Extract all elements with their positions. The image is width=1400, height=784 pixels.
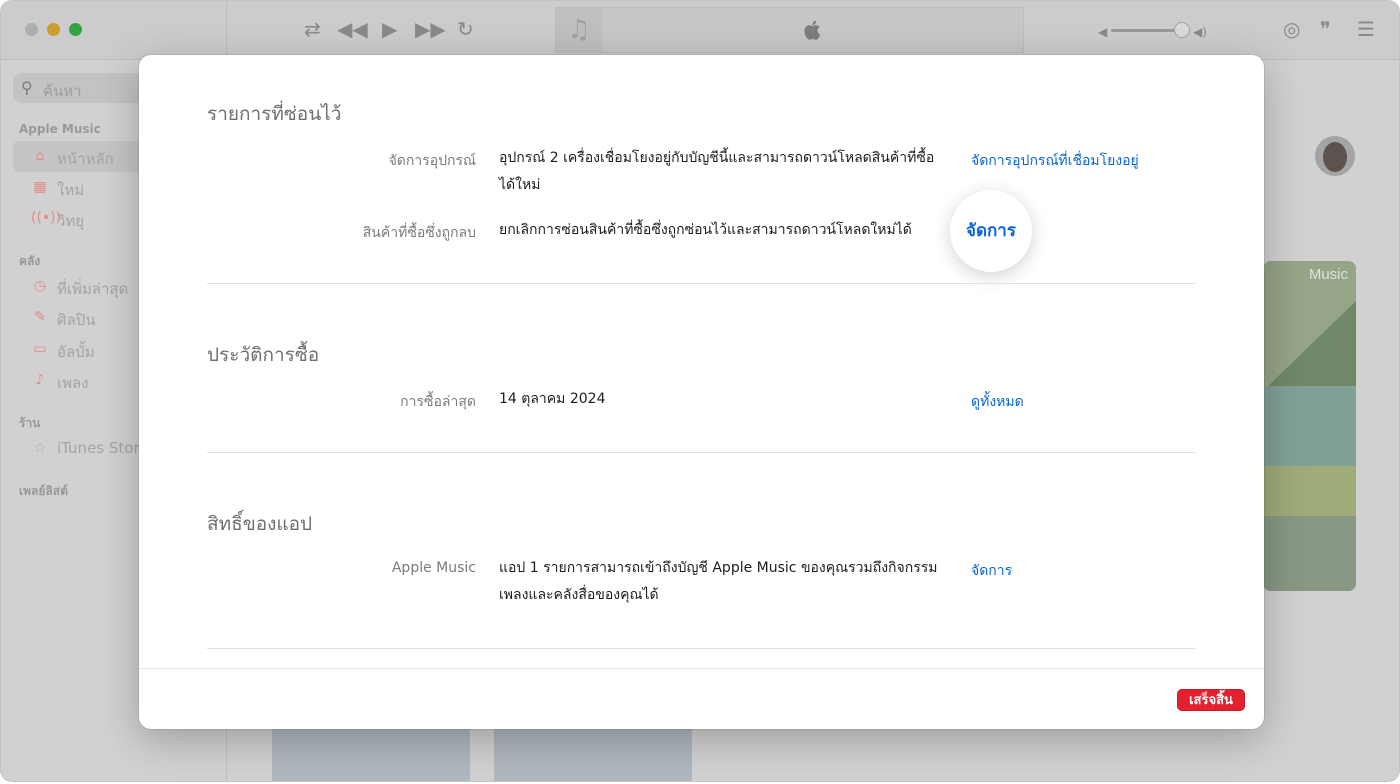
section-title-app-permissions: สิทธิ์ของแอป xyxy=(207,513,313,535)
manage-app-permissions-link[interactable]: จัดการ xyxy=(971,560,1012,582)
account-settings-sheet: รายการที่ซ่อนไว้ จัดการอุปกรณ์ อุปกรณ์ 2… xyxy=(139,55,1264,729)
manage-linked-devices-link[interactable]: จัดการอุปกรณ์ที่เชื่อมโยงอยู่ xyxy=(971,150,1139,172)
manage-devices-description: อุปกรณ์ 2 เครื่องเชื่อมโยงอยู่กับบัญชีนี… xyxy=(499,150,935,193)
hidden-purchases-label: สินค้าที่ซื้อซึ่งถูกลบ xyxy=(362,225,476,241)
footer-divider xyxy=(139,668,1264,669)
done-button[interactable]: เสร็จสิ้น xyxy=(1177,689,1245,711)
see-all-purchases-link[interactable]: ดูทั้งหมด xyxy=(971,391,1024,413)
recent-purchase-label: การซื้อล่าสุด xyxy=(400,394,476,410)
hidden-purchases-description: ยกเลิกการซ่อนสินค้าที่ซื้อซึ่งถูกซ่อนไว้… xyxy=(499,222,912,238)
section-title-hidden-items: รายการที่ซ่อนไว้ xyxy=(207,103,342,125)
music-app-window: ⇄ ◀◀ ▶ ▶▶ ↻ ♫ ◀ ◀) ◎ ❞ ☰ ⚲ ค้นหา Apple M… xyxy=(0,0,1400,782)
section-divider xyxy=(207,452,1196,453)
section-divider xyxy=(207,648,1196,649)
apple-music-permission-label: Apple Music xyxy=(391,560,476,576)
section-divider xyxy=(207,283,1196,284)
apple-music-permission-description: แอป 1 รายการสามารถเข้าถึงบัญชี Apple Mus… xyxy=(499,560,938,603)
manage-devices-label: จัดการอุปกรณ์ xyxy=(388,153,476,169)
section-title-purchase-history: ประวัติการซื้อ xyxy=(207,344,320,366)
manage-hidden-purchases-link[interactable]: จัดการ xyxy=(950,217,1032,244)
recent-purchase-date: 14 ตุลาคม 2024 xyxy=(499,391,606,407)
highlighted-manage-link-callout: จัดการ xyxy=(950,190,1032,272)
